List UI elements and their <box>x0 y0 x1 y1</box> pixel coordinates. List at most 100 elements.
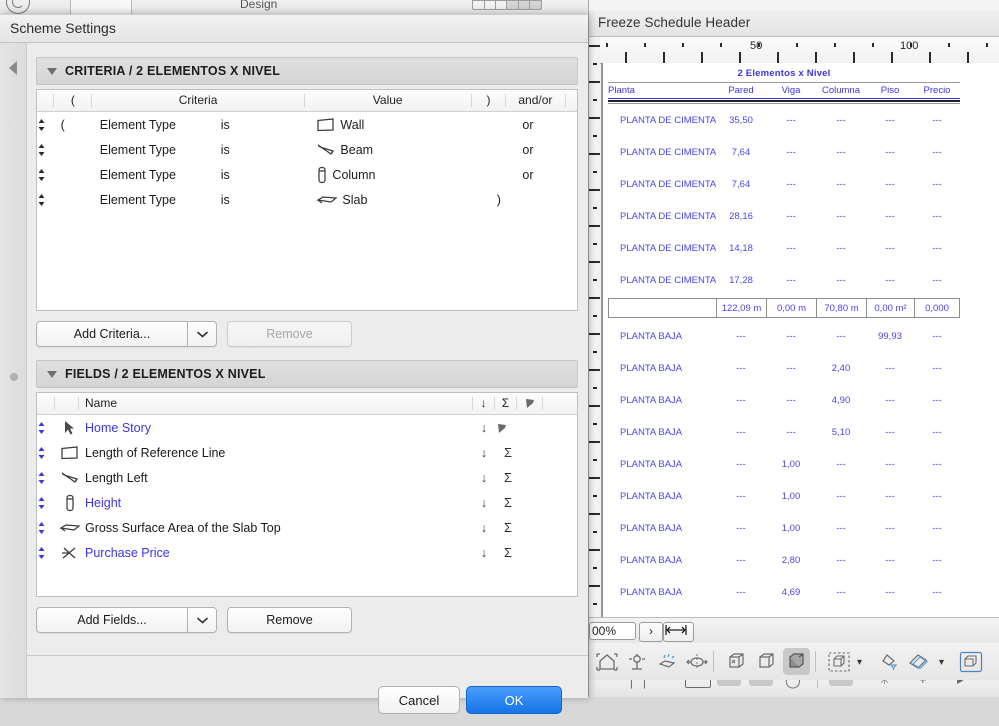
rail-resize-handle[interactable] <box>10 373 18 381</box>
schedule-row[interactable]: PLANTA BAJA --- --- 4,90 --- --- <box>608 384 960 416</box>
schedule-row[interactable]: PLANTA BAJA --- 2,80 --- --- --- <box>608 544 960 576</box>
field-row[interactable]: Purchase Price ↓ Σ <box>37 540 577 565</box>
spiral-icon[interactable] <box>6 0 30 14</box>
rotate-3d-icon[interactable] <box>905 648 932 675</box>
criteria-field-name[interactable]: Element Type <box>94 118 221 132</box>
field-sum-toggle[interactable]: Σ <box>495 495 521 510</box>
criteria-operator[interactable]: is <box>221 193 311 207</box>
criteria-field-name[interactable]: Element Type <box>94 168 221 182</box>
schedule-row[interactable]: PLANTA BAJA --- 1,00 --- --- --- <box>608 480 960 512</box>
schedule-row[interactable]: PLANTA DE CIMENTACION 35,50 --- --- --- --- <box>608 104 960 136</box>
home-3d-icon[interactable] <box>593 648 620 675</box>
criteria-field-name[interactable]: Element Type <box>94 193 221 207</box>
camera-icon[interactable] <box>623 648 650 675</box>
criteria-reorder-handle[interactable] <box>37 193 55 207</box>
vertical-ruler[interactable] <box>589 37 602 617</box>
criteria-reorder-handle[interactable] <box>37 118 55 132</box>
criteria-row[interactable]: (Element Type is Wall or <box>37 112 577 137</box>
field-name[interactable]: Length of Reference Line <box>85 446 473 460</box>
field-sum-toggle[interactable]: Σ <box>495 470 521 485</box>
fields-col-sort[interactable] <box>37 397 55 410</box>
schedule-column-header[interactable]: Planta <box>608 85 716 96</box>
field-reorder-handle[interactable] <box>37 471 55 485</box>
marquee-box-icon[interactable] <box>825 648 852 675</box>
criteria-col-close-paren[interactable]: ) <box>472 94 507 107</box>
fit-to-width-icon[interactable] <box>663 622 694 642</box>
shaded-model-icon[interactable] <box>783 648 810 675</box>
field-flag-toggle[interactable] <box>495 422 521 434</box>
mirror-icon[interactable] <box>683 648 710 675</box>
grid-view-icon-2[interactable] <box>506 0 542 10</box>
plus-tool-icon[interactable]: + <box>919 680 927 687</box>
field-reorder-handle[interactable] <box>37 446 55 460</box>
field-sum-toggle[interactable]: Σ <box>495 445 521 460</box>
perspective-icon[interactable] <box>957 648 984 675</box>
fields-section-header[interactable]: FIELDS / 2 ELEMENTOS X NIVEL <box>36 360 578 388</box>
schedule-row[interactable]: PLANTA DE CIMENTACION 7,64 --- --- --- --- <box>608 136 960 168</box>
criteria-col-sort[interactable] <box>37 94 55 107</box>
field-reorder-handle[interactable] <box>37 546 55 560</box>
design-tab-label[interactable]: Design <box>240 0 277 11</box>
add-criteria-button[interactable]: Add Criteria... <box>36 321 187 347</box>
criteria-value[interactable]: Slab <box>310 193 481 207</box>
schedule-column-header[interactable]: Piso <box>866 85 914 96</box>
solid-model-icon[interactable] <box>723 648 750 675</box>
field-sum-toggle[interactable]: Σ <box>495 545 521 560</box>
fields-col-flag[interactable] <box>517 397 543 410</box>
field-reorder-handle[interactable] <box>37 496 55 510</box>
collapse-left-arrow-icon[interactable] <box>9 61 17 75</box>
field-row[interactable]: Length of Reference Line ↓ Σ <box>37 440 577 465</box>
criteria-value[interactable]: Wall <box>310 117 481 133</box>
field-row[interactable]: Gross Surface Area of the Slab Top ↓ Σ <box>37 515 577 540</box>
criteria-col-open-paren[interactable]: ( <box>54 94 93 107</box>
schedule-row[interactable]: PLANTA BAJA --- --- --- 99,93 --- <box>608 320 960 352</box>
fields-col-name[interactable]: Name <box>79 397 473 410</box>
criteria-open-paren[interactable]: ( <box>55 118 94 132</box>
zoom-level-input[interactable]: 00% <box>589 622 636 640</box>
extra-tool-icon[interactable]: ▸ <box>957 680 964 688</box>
chevron-down-icon-2[interactable]: ▾ <box>939 657 944 668</box>
disclosure-triangle-icon[interactable] <box>47 67 57 75</box>
add-fields-button[interactable]: Add Fields... <box>36 607 187 633</box>
field-sort-direction[interactable]: ↓ <box>473 421 495 435</box>
schedule-row[interactable]: PLANTA DE CIMENTACION 14,18 --- --- --- --- <box>608 232 960 264</box>
ok-button[interactable]: OK <box>466 686 562 714</box>
schedule-row[interactable]: PLANTA DE CIMENTACION 7,64 --- --- --- --- <box>608 168 960 200</box>
wireframe-model-icon[interactable] <box>753 648 780 675</box>
highlight-tool-icon[interactable] <box>717 680 741 686</box>
criteria-row[interactable]: Element Type is Beam or <box>37 137 577 162</box>
field-name[interactable]: Home Story <box>85 421 473 435</box>
criteria-operator[interactable]: is <box>221 143 311 157</box>
horizontal-ruler[interactable]: 50 100 <box>600 37 999 64</box>
chevron-down-icon[interactable]: ▾ <box>857 657 862 668</box>
schedule-row[interactable]: PLANTA BAJA --- --- 2,40 --- --- <box>608 352 960 384</box>
field-row[interactable]: Height ↓ Σ <box>37 490 577 515</box>
field-name[interactable]: Height <box>85 496 473 510</box>
pointer-tool-icon[interactable] <box>829 680 853 686</box>
criteria-close-paren[interactable]: ) <box>481 193 516 207</box>
disclosure-triangle-icon-2[interactable] <box>47 370 57 378</box>
field-sum-toggle[interactable]: Σ <box>495 520 521 535</box>
add-fields-dropdown-arrow[interactable] <box>187 607 217 633</box>
fields-col-sortdir[interactable]: ↓ <box>473 397 495 410</box>
criteria-reorder-handle[interactable] <box>37 168 55 182</box>
field-row[interactable]: Home Story ↓ <box>37 415 577 440</box>
cancel-button[interactable]: Cancel <box>378 686 460 714</box>
criteria-value[interactable]: Beam <box>310 142 481 158</box>
criteria-section-header[interactable]: CRITERIA / 2 ELEMENTOS X NIVEL <box>36 57 578 85</box>
filter-3d-icon[interactable] <box>875 648 902 675</box>
criteria-col-andor[interactable]: and/or <box>506 94 566 107</box>
remove-fields-button[interactable]: Remove <box>227 607 352 633</box>
schedule-row[interactable]: PLANTA BAJA --- 1,00 --- --- --- <box>608 512 960 544</box>
schedule-row[interactable]: PLANTA DE CIMENTACION 17,28 --- --- --- --- <box>608 264 960 296</box>
circle-tool-icon[interactable]: ◯ <box>785 680 801 689</box>
schedule-column-header[interactable]: Precio <box>914 85 960 96</box>
marquee-3d-icon[interactable] <box>653 648 680 675</box>
field-reorder-handle[interactable] <box>37 521 55 535</box>
schedule-row[interactable]: PLANTA BAJA --- --- 5,10 --- --- <box>608 416 960 448</box>
rect-tool-icon[interactable] <box>685 680 711 688</box>
field-sort-direction[interactable]: ↓ <box>473 471 495 485</box>
field-sort-direction[interactable]: ↓ <box>473 546 495 560</box>
criteria-row[interactable]: Element Type is Column or <box>37 162 577 187</box>
criteria-andor[interactable]: or <box>516 168 577 182</box>
